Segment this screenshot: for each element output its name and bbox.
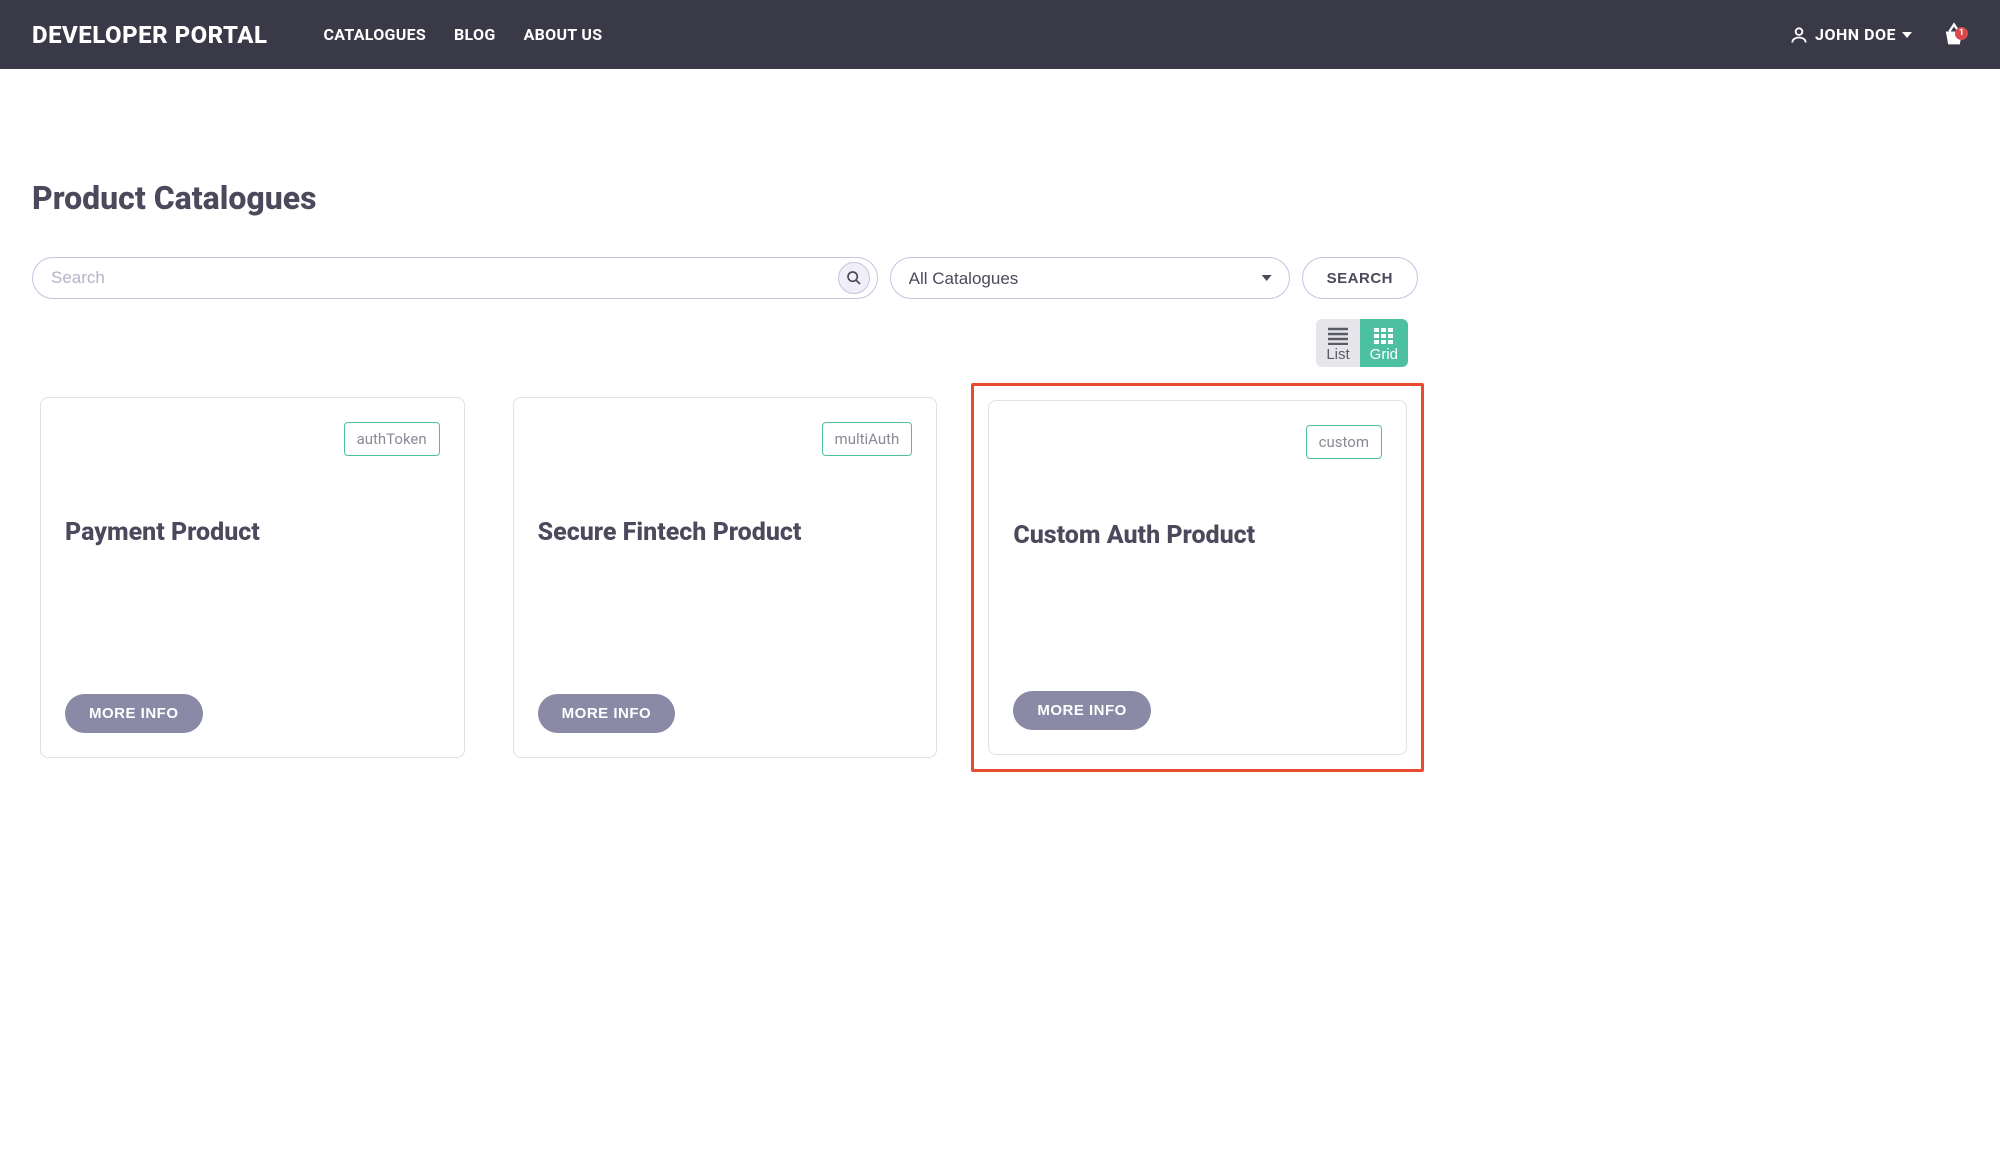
nav-about-us[interactable]: ABOUT US [524,25,603,44]
product-tag: custom [1306,425,1382,459]
main-content: Product Catalogues All Catalogues SEARCH… [0,69,1450,838]
nav-blog[interactable]: BLOG [454,25,496,44]
product-cards-grid: authToken Payment Product MORE INFO mult… [32,397,1418,758]
product-tag: multiAuth [822,422,913,456]
view-list-button[interactable]: List [1316,319,1359,367]
nav-catalogues[interactable]: CATALOGUES [323,25,426,44]
search-icon-button[interactable] [838,262,870,294]
product-card: custom Custom Auth Product MORE INFO [988,400,1407,755]
page-title: Product Catalogues [32,179,1418,217]
search-button[interactable]: SEARCH [1302,257,1418,299]
user-icon [1789,25,1809,45]
catalogue-filter-select[interactable]: All Catalogues [890,257,1290,299]
search-icon [846,270,862,286]
view-list-label: List [1326,346,1349,363]
brand-logo[interactable]: DEVELOPER PORTAL [32,21,267,49]
card-tag-row: multiAuth [538,422,913,456]
more-info-button[interactable]: MORE INFO [1013,691,1151,730]
view-grid-button[interactable]: Grid [1360,319,1408,367]
topbar-right: JOHN DOE 1 [1789,21,1968,49]
search-controls: All Catalogues SEARCH [32,257,1418,299]
search-wrapper [32,257,878,299]
more-info-button[interactable]: MORE INFO [538,694,676,733]
chevron-down-icon [1902,30,1912,40]
main-nav: CATALOGUES BLOG ABOUT US [323,25,602,44]
card-spacer [538,547,913,694]
cart-badge: 1 [1955,27,1968,40]
toggle-group: List Grid [1316,319,1408,367]
highlighted-card-frame: custom Custom Auth Product MORE INFO [971,383,1424,772]
card-tag-row: custom [1013,425,1382,459]
product-card: multiAuth Secure Fintech Product MORE IN… [513,397,938,758]
grid-icon [1373,327,1395,345]
view-toggle: List Grid [32,319,1408,367]
card-spacer [65,547,440,694]
product-title: Custom Auth Product [1013,521,1382,550]
user-name-label: JOHN DOE [1815,25,1896,44]
card-spacer [1013,550,1382,691]
list-icon [1327,327,1349,345]
user-menu[interactable]: JOHN DOE [1789,25,1912,45]
top-navbar: DEVELOPER PORTAL CATALOGUES BLOG ABOUT U… [0,0,2000,69]
catalogue-select-wrapper: All Catalogues [890,257,1290,299]
search-input[interactable] [32,257,878,299]
cart-button[interactable]: 1 [1940,21,1968,49]
product-title: Secure Fintech Product [538,518,913,547]
product-card: authToken Payment Product MORE INFO [40,397,465,758]
product-tag: authToken [344,422,440,456]
product-title: Payment Product [65,518,440,547]
card-tag-row: authToken [65,422,440,456]
more-info-button[interactable]: MORE INFO [65,694,203,733]
view-grid-label: Grid [1370,346,1398,363]
